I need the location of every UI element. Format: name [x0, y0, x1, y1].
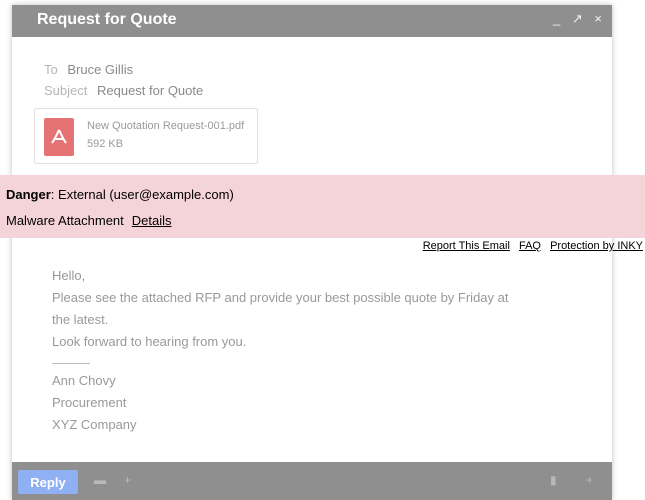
attachment-name: New Quotation Request-001.pdf — [87, 120, 245, 132]
pdf-symbol-icon — [51, 129, 67, 144]
danger-banner: Danger: External (user@example.com) Malw… — [0, 175, 645, 238]
attach-icon[interactable]: + — [124, 473, 131, 487]
pdf-icon — [44, 118, 74, 156]
to-value[interactable]: Bruce Gillis — [67, 62, 133, 77]
close-icon[interactable]: × — [594, 11, 602, 26]
signature-company: XYZ Company — [52, 417, 137, 432]
to-row: To Bruce Gillis — [44, 62, 133, 77]
compose-toolbar: Reply ▬ + ▮ + — [12, 462, 612, 500]
inky-links: Report This Email FAQ Protection by INKY — [417, 240, 643, 252]
report-email-link[interactable]: Report This Email — [423, 240, 510, 252]
signature-name: Ann Chovy — [52, 373, 116, 388]
threat-text: Malware Attachment — [6, 213, 124, 228]
greeting: Hello, — [52, 268, 86, 283]
reply-button[interactable]: Reply — [18, 470, 78, 494]
window-title: Request for Quote — [37, 11, 177, 28]
window-controls: _ ↗ × — [545, 11, 602, 27]
danger-line: Danger: External (user@example.com) — [6, 187, 234, 202]
signature-divider — [52, 363, 90, 364]
danger-text: External (user@example.com) — [58, 187, 234, 202]
threat-line: Malware Attachment Details — [6, 213, 172, 228]
details-link[interactable]: Details — [132, 213, 172, 228]
attachment-card[interactable]: New Quotation Request-001.pdf 592 KB — [34, 108, 258, 164]
body-line-3: Look forward to hearing from you. — [52, 334, 247, 349]
to-label: To — [44, 62, 58, 77]
signature-title: Procurement — [52, 395, 127, 410]
font-icon[interactable]: ▬ — [94, 473, 106, 487]
body-line-1: Please see the attached RFP and provide … — [52, 290, 509, 305]
trash-icon[interactable]: ▮ — [550, 473, 557, 487]
expand-icon[interactable]: ↗ — [572, 11, 583, 26]
title-bar: Request for Quote _ ↗ × — [12, 5, 612, 37]
subject-value[interactable]: Request for Quote — [97, 83, 203, 98]
faq-link[interactable]: FAQ — [519, 240, 541, 252]
email-body: Hello, Please see the attached RFP and p… — [52, 265, 552, 436]
body-line-2: the latest. — [52, 312, 109, 327]
minimize-icon[interactable]: _ — [553, 11, 560, 26]
subject-row: Subject Request for Quote — [44, 83, 203, 98]
danger-label: Danger — [6, 187, 51, 202]
more-icon[interactable]: + — [586, 473, 593, 487]
protection-link[interactable]: Protection by INKY — [550, 240, 643, 252]
subject-label: Subject — [44, 83, 88, 98]
attachment-size: 592 KB — [87, 138, 124, 150]
